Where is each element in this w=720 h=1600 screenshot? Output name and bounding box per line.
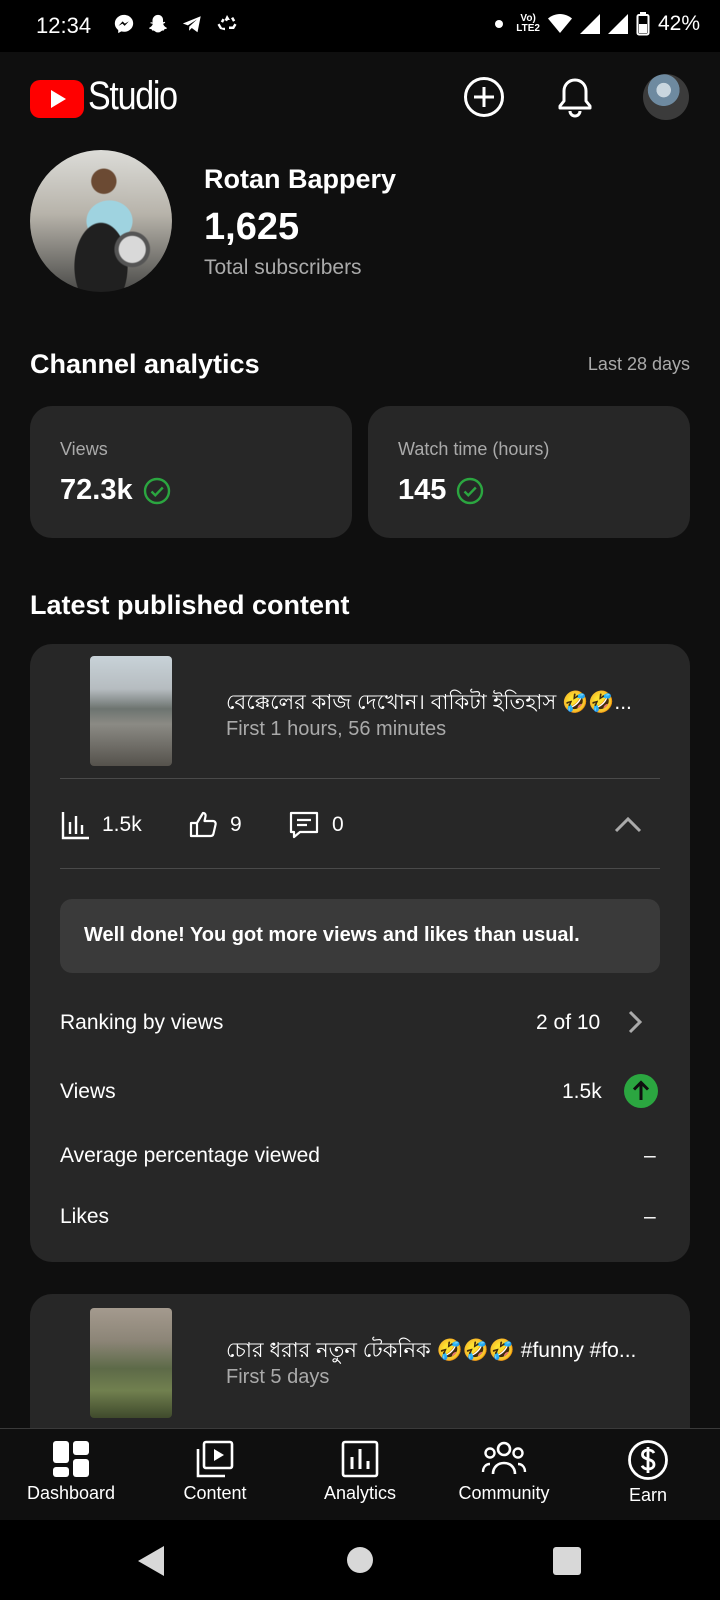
chevron-up-icon (614, 816, 642, 833)
notifications-button[interactable] (553, 75, 597, 119)
likes-row-label: Likes (60, 1205, 110, 1228)
home-icon (347, 1547, 373, 1573)
create-button[interactable] (462, 75, 506, 119)
community-icon (481, 1441, 527, 1475)
video-subtitle: First 5 days (226, 1366, 330, 1388)
views-row-label: Views (60, 1080, 116, 1103)
comment-icon (289, 811, 319, 839)
recents-icon (553, 1547, 581, 1575)
bar-chart-icon (61, 812, 89, 840)
recycle-icon (217, 15, 237, 31)
metric-label: Watch time (hours) (398, 439, 550, 459)
analytics-period: Last 28 days (587, 354, 690, 374)
signal-icon (579, 14, 600, 34)
telegram-icon (182, 16, 201, 33)
nav-analytics[interactable]: Analytics (290, 1439, 430, 1504)
nav-earn[interactable]: Earn (578, 1439, 718, 1506)
metric-value: 72.3k (60, 474, 171, 507)
check-circle-icon (457, 477, 484, 504)
nav-label: Analytics (323, 1483, 397, 1503)
video-views-stat: 1.5k (60, 810, 142, 840)
ranking-label[interactable]: Ranking by views (60, 1011, 223, 1035)
like-icon (189, 811, 217, 838)
avg-percentage-label: Average percentage viewed (60, 1144, 320, 1167)
create-icon (464, 77, 504, 117)
status-time: 12:34 (36, 13, 92, 38)
nav-dashboard[interactable]: Dashboard (1, 1439, 141, 1504)
video-thumbnail[interactable] (90, 1308, 172, 1418)
back-button[interactable] (136, 1544, 166, 1583)
arrow-up-icon (624, 1074, 658, 1108)
notification-icons (113, 12, 239, 36)
video-subtitle: First 1 hours, 56 minutes (226, 718, 447, 740)
divider (60, 868, 660, 869)
performance-message-text: Well done! You got more views and likes … (84, 924, 580, 946)
home-button[interactable] (346, 1546, 374, 1579)
analytics-icon (341, 1440, 379, 1478)
earn-icon (628, 1440, 668, 1480)
nav-label: Community (458, 1483, 550, 1503)
dot-icon (495, 20, 504, 28)
check-circle-icon (143, 477, 170, 504)
system-navigation-bar (0, 1520, 720, 1600)
avg-percentage-value: – (644, 1144, 656, 1167)
latest-content-title: Latest published content (30, 590, 350, 620)
watch-time-metric-card[interactable]: Watch time (hours) 145 (368, 406, 690, 538)
nav-label: Earn (628, 1485, 668, 1505)
back-icon (138, 1546, 164, 1576)
battery-percent: 42% (657, 12, 700, 35)
channel-avatar (30, 150, 172, 292)
wifi-icon (547, 14, 572, 33)
metric-label: Views (60, 439, 108, 459)
video-title[interactable]: বেক্কেলের কাজ দেখোন। বাকিটা ইতিহাস 🤣🤣... (226, 686, 666, 721)
collapse-button[interactable] (610, 806, 646, 842)
video-comments-stat: 0 (288, 810, 344, 840)
subscriber-label: Total subscribers (204, 256, 362, 279)
messenger-icon (114, 14, 134, 34)
snapchat-icon (149, 14, 167, 33)
nav-community[interactable]: Community (434, 1439, 574, 1504)
nav-content[interactable]: Content (145, 1439, 285, 1504)
app-title: Studio (88, 74, 178, 118)
status-bar: 12:34 Vo) LTE2 42% (0, 0, 720, 52)
trend-up-badge (624, 1074, 658, 1113)
metric-value: 145 (398, 474, 484, 507)
channel-name: Rotan Bappery (204, 164, 397, 194)
dashboard-icon (53, 1441, 89, 1477)
youtube-logo-icon (30, 80, 84, 118)
account-avatar[interactable] (643, 74, 689, 120)
video-title[interactable]: চোর ধরার নতুন টেকনিক 🤣🤣🤣 #funny #fo... (226, 1334, 666, 1369)
chevron-right-icon (628, 1010, 643, 1034)
analytics-title: Channel analytics (30, 349, 260, 379)
battery-icon (636, 12, 650, 36)
video-thumbnail[interactable] (90, 656, 172, 766)
bottom-navigation: Dashboard Content Analytics Community Ea… (0, 1428, 720, 1521)
nav-label: Content (183, 1483, 247, 1503)
network-type: Vo) LTE2 (516, 13, 540, 34)
nav-label: Dashboard (26, 1483, 116, 1503)
views-metric-card[interactable]: Views 72.3k (30, 406, 352, 538)
content-icon (196, 1440, 234, 1478)
divider (60, 778, 660, 779)
video-likes-stat: 9 (188, 810, 242, 840)
likes-row-value: – (644, 1205, 656, 1228)
latest-video-card: বেক্কেলের কাজ দেখোন। বাকিটা ইতিহাস 🤣🤣...… (30, 644, 690, 1262)
signal-icon (607, 14, 628, 34)
ranking-chevron-button[interactable] (626, 1009, 644, 1040)
subscriber-count: 1,625 (204, 206, 300, 248)
notifications-icon (558, 78, 592, 118)
ranking-value[interactable]: 2 of 10 (536, 1011, 600, 1035)
performance-message: Well done! You got more views and likes … (60, 899, 660, 973)
views-row-value: 1.5k (562, 1080, 602, 1103)
system-status-icons: Vo) LTE2 42% (494, 12, 700, 36)
recents-button[interactable] (552, 1546, 582, 1581)
